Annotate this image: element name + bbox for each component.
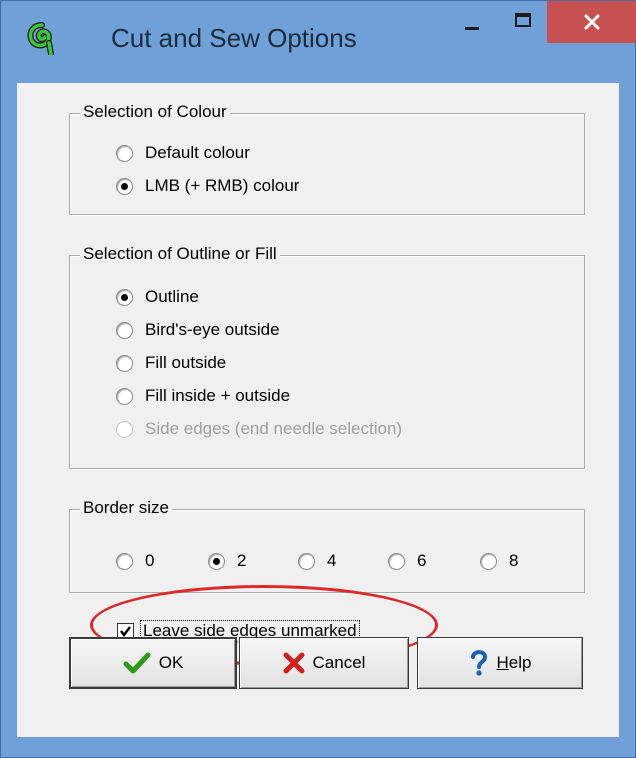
- help-label-rest: elp: [508, 653, 532, 672]
- radio-label: 0: [145, 551, 155, 570]
- radio-label: Bird's-eye outside: [145, 320, 280, 339]
- radio-side-edges: Side edges (end needle selection): [116, 416, 402, 442]
- colour-group: Selection of Colour Default colour LMB (…: [69, 102, 585, 215]
- radio-label: 6: [417, 551, 427, 570]
- cancel-button[interactable]: Cancel: [239, 637, 409, 689]
- radio-button[interactable]: [208, 552, 225, 570]
- radio-border-6[interactable]: 6: [388, 548, 426, 574]
- radio-outline[interactable]: Outline: [116, 284, 199, 310]
- radio-label: Fill outside: [145, 353, 227, 372]
- close-button[interactable]: [547, 1, 636, 43]
- checkmark-icon: [123, 652, 151, 674]
- radio-birds-eye-outside[interactable]: Bird's-eye outside: [116, 317, 280, 343]
- radio-label: 4: [327, 551, 337, 570]
- minimize-button[interactable]: [451, 1, 495, 43]
- radio-lmb-colour[interactable]: LMB (+ RMB) colour: [116, 173, 299, 199]
- radio-border-4[interactable]: 4: [298, 548, 336, 574]
- help-label-mnemonic: H: [496, 653, 509, 672]
- radio-default-colour[interactable]: Default colour: [116, 140, 250, 166]
- maximize-button[interactable]: [501, 1, 545, 43]
- outline-group-legend: Selection of Outline or Fill: [80, 244, 280, 264]
- radio-fill-inside-outside[interactable]: Fill inside + outside: [116, 383, 290, 409]
- radio-label: Outline: [145, 287, 199, 306]
- radio-button[interactable]: [116, 354, 133, 372]
- title-bar[interactable]: Cut and Sew Options: [1, 1, 636, 83]
- radio-label: 8: [509, 551, 519, 570]
- ok-label: OK: [158, 653, 184, 672]
- question-mark-icon: [470, 650, 487, 676]
- radio-border-8[interactable]: 8: [480, 548, 518, 574]
- radio-button[interactable]: [116, 288, 133, 306]
- maximize-icon: [515, 13, 531, 27]
- radio-button[interactable]: [298, 552, 315, 570]
- colour-group-legend: Selection of Colour: [80, 102, 230, 122]
- radio-label: Default colour: [145, 143, 250, 162]
- minimize-icon: [465, 27, 479, 30]
- radio-label: Fill inside + outside: [145, 386, 291, 405]
- radio-button[interactable]: [116, 144, 133, 162]
- border-size-group: Border size 0 2 4 6 8: [69, 498, 585, 593]
- radio-label: 2: [237, 551, 247, 570]
- help-button[interactable]: Help: [417, 637, 583, 689]
- dialog-window: Cut and Sew Options Selection of Colour …: [0, 0, 636, 758]
- radio-button[interactable]: [388, 552, 405, 570]
- outline-group: Selection of Outline or Fill Outline Bir…: [69, 244, 585, 469]
- radio-button[interactable]: [480, 552, 497, 570]
- radio-button[interactable]: [116, 321, 133, 339]
- radio-button: [116, 420, 133, 438]
- checkmark-icon: [120, 625, 131, 637]
- radio-label: LMB (+ RMB) colour: [145, 176, 300, 195]
- spiral-app-icon: [27, 22, 54, 55]
- dialog-content: Selection of Colour Default colour LMB (…: [17, 83, 619, 737]
- radio-button[interactable]: [116, 552, 133, 570]
- red-x-icon: [283, 652, 305, 674]
- radio-border-2[interactable]: 2: [208, 548, 246, 574]
- radio-button[interactable]: [116, 387, 133, 405]
- cancel-label: Cancel: [312, 653, 366, 672]
- border-size-legend: Border size: [80, 498, 172, 518]
- radio-fill-outside[interactable]: Fill outside: [116, 350, 226, 376]
- radio-label: Side edges (end needle selection): [145, 419, 403, 438]
- help-label: Help: [497, 653, 532, 673]
- ok-button[interactable]: OK: [69, 637, 237, 689]
- window-title: Cut and Sew Options: [111, 23, 357, 53]
- close-icon: [584, 14, 600, 30]
- radio-border-0[interactable]: 0: [116, 548, 154, 574]
- radio-button[interactable]: [116, 177, 133, 195]
